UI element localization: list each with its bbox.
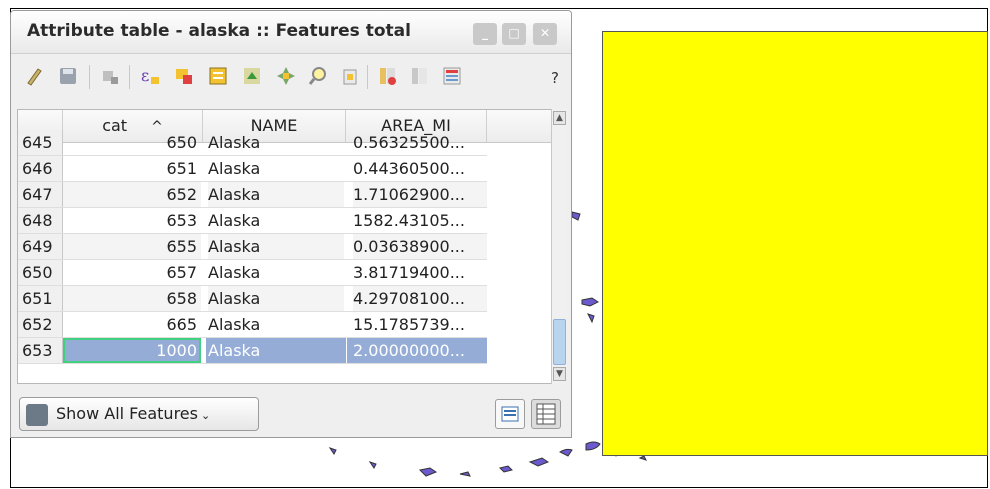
island-shape (581, 297, 599, 307)
zoom-to-selected-icon[interactable] (307, 65, 329, 87)
cell-name[interactable]: Alaska (208, 182, 344, 207)
row-header[interactable]: 645 (18, 130, 63, 155)
row-header[interactable]: 648 (18, 208, 63, 233)
attribute-table[interactable]: cat ^ NAME AREA_MI 645 650 Alaska 0.56325… (17, 109, 553, 384)
minimize-button[interactable]: _ (473, 23, 497, 45)
filter-icon (26, 404, 48, 426)
table-row-selected[interactable]: 653 1000 Alaska 2.00000000... (18, 338, 487, 364)
cell-area[interactable]: 2.00000000... (347, 338, 487, 363)
cell-cat[interactable]: 650 (63, 130, 201, 155)
switch-to-form-view-button[interactable] (495, 399, 525, 429)
new-column-icon[interactable] (409, 65, 431, 87)
cell-name[interactable]: Alaska (206, 338, 346, 363)
copy-selected-rows-icon[interactable] (339, 65, 361, 87)
maximize-button[interactable]: □ (502, 23, 526, 45)
vertical-scrollbar[interactable]: ▲ ▼ (551, 109, 567, 384)
cell-name[interactable]: Alaska (208, 312, 344, 337)
island-shape (528, 457, 550, 467)
invert-selection-icon[interactable] (207, 65, 229, 87)
table-row[interactable]: 647 652 Alaska 1.71062900... (18, 182, 487, 208)
scroll-down-icon[interactable]: ▼ (553, 367, 566, 381)
row-header[interactable]: 653 (18, 338, 63, 363)
cell-cat[interactable]: 1000 (63, 338, 201, 363)
alaska-polygon (602, 31, 988, 456)
island-shape (585, 441, 601, 451)
island-shape (638, 455, 647, 461)
island-shape (418, 467, 438, 477)
cell-cat[interactable]: 665 (63, 312, 201, 337)
row-header[interactable]: 649 (18, 234, 63, 259)
delete-column-icon[interactable] (377, 65, 399, 87)
cell-cat[interactable]: 657 (63, 260, 201, 285)
select-all-icon[interactable] (173, 65, 195, 87)
scroll-thumb[interactable] (553, 319, 566, 365)
row-header[interactable]: 651 (18, 286, 63, 311)
cell-name[interactable]: Alaska (208, 156, 344, 181)
cell-cat[interactable]: 653 (63, 208, 201, 233)
cell-name[interactable]: Alaska (208, 286, 344, 311)
island-shape (587, 313, 595, 324)
save-edits-icon[interactable] (57, 65, 79, 87)
cell-cat[interactable]: 651 (63, 156, 201, 181)
attribute-table-window[interactable]: Attribute table - alaska :: Features tot… (10, 10, 572, 438)
table-row[interactable]: 650 657 Alaska 3.81719400... (18, 260, 487, 286)
cell-area[interactable]: 0.44360500... (353, 156, 487, 181)
move-selection-to-top-icon[interactable] (241, 65, 263, 87)
cell-area[interactable]: 1.71062900... (353, 182, 487, 207)
row-header[interactable]: 650 (18, 260, 63, 285)
island-shape (368, 461, 377, 469)
pan-to-selected-icon[interactable] (275, 65, 297, 87)
filter-label: Show All Features (56, 404, 198, 423)
table-row[interactable]: 648 653 Alaska 1582.43105... (18, 208, 487, 234)
cell-name[interactable]: Alaska (208, 208, 344, 233)
row-header[interactable]: 647 (18, 182, 63, 207)
scroll-up-icon[interactable]: ▲ (553, 111, 566, 125)
island-shape (499, 465, 513, 473)
table-row[interactable]: 651 658 Alaska 4.29708100... (18, 286, 487, 312)
table-row[interactable]: 646 651 Alaska 0.44360500... (18, 156, 487, 182)
toggle-editing-icon[interactable] (23, 65, 45, 87)
island-shape (459, 471, 471, 477)
island-shape (328, 447, 337, 455)
show-features-filter-button[interactable]: Show All Features ⌄ (19, 397, 259, 431)
cell-area[interactable]: 15.1785739... (353, 312, 487, 337)
svg-text:ε: ε (141, 66, 149, 85)
table-row[interactable]: 645 650 Alaska 0.56325500... (18, 130, 487, 156)
cell-area[interactable]: 1582.43105... (353, 208, 487, 233)
table-row[interactable]: 652 665 Alaska 15.1785739... (18, 312, 487, 338)
window-title: Attribute table - alaska :: Features tot… (27, 21, 411, 41)
bottom-bar: Show All Features ⌄ (11, 391, 571, 437)
toolbar: ε ? (11, 55, 571, 99)
cell-name[interactable]: Alaska (208, 234, 344, 259)
cell-area[interactable]: 0.56325500... (353, 130, 487, 155)
dropdown-arrow-icon: ⌄ (200, 409, 211, 422)
cell-name[interactable]: Alaska (208, 260, 344, 285)
cell-cat[interactable]: 658 (63, 286, 201, 311)
row-header[interactable]: 652 (18, 312, 63, 337)
cell-area[interactable]: 4.29708100... (353, 286, 487, 311)
cell-cat[interactable]: 655 (63, 234, 201, 259)
expression-select-icon[interactable]: ε (139, 65, 161, 87)
cell-name[interactable]: Alaska (208, 130, 344, 155)
cell-area[interactable]: 0.03638900... (353, 234, 487, 259)
title-bar[interactable]: Attribute table - alaska :: Features tot… (11, 11, 571, 54)
cell-area[interactable]: 3.81719400... (353, 260, 487, 285)
help-button[interactable]: ? (551, 69, 559, 87)
island-shape (571, 211, 581, 221)
cell-cat[interactable]: 652 (63, 182, 201, 207)
row-header[interactable]: 646 (18, 156, 63, 181)
delete-selected-icon[interactable] (99, 65, 121, 87)
table-row[interactable]: 649 655 Alaska 0.03638900... (18, 234, 487, 260)
close-button[interactable]: ✕ (533, 23, 557, 45)
switch-to-table-view-button[interactable] (531, 399, 561, 429)
island-shape (559, 448, 573, 457)
field-calculator-icon[interactable] (441, 65, 463, 87)
